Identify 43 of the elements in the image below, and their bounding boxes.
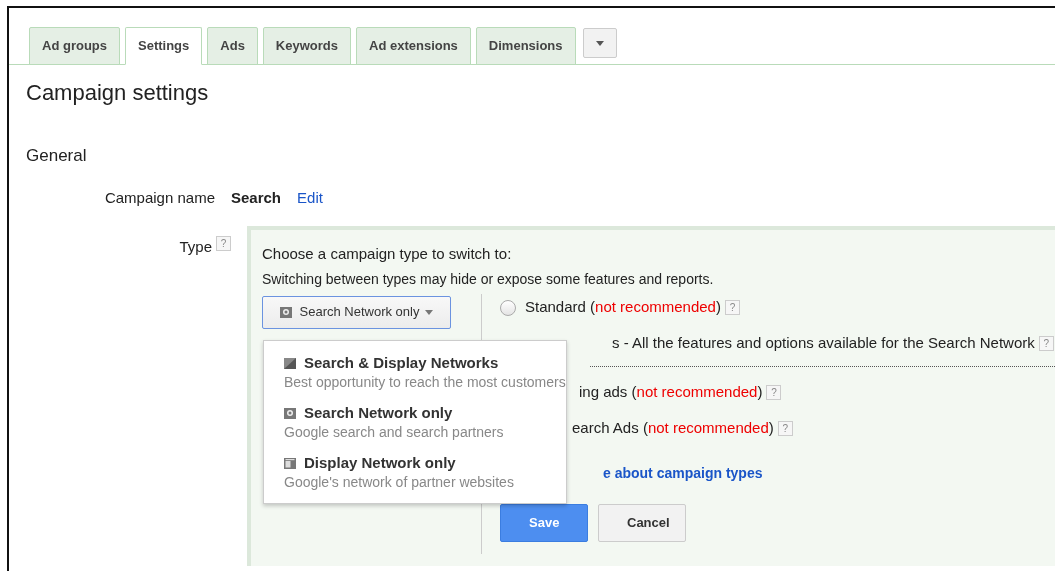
menu-item-description: Best opportunity to reach the most customers: [284, 373, 566, 391]
help-icon[interactable]: ?: [777, 421, 793, 436]
menu-item[interactable]: Search Network only Google search and search partners: [284, 403, 566, 441]
tab[interactable]: Ads: [207, 27, 258, 65]
edit-link[interactable]: Edit: [297, 187, 323, 210]
menu-item-description: Google search and search partners: [284, 423, 505, 441]
caret-icon: [425, 309, 434, 315]
menu-item-title: Search Network only: [304, 403, 453, 423]
learn-more-link[interactable]: e about campaign types: [603, 462, 1055, 484]
field-value: Search: [231, 188, 282, 208]
tab[interactable]: Keywords: [262, 27, 351, 65]
search-icon: [284, 407, 296, 419]
search-icon: [279, 306, 292, 318]
option-label: Standard (not recommended): [525, 297, 721, 318]
help-icon[interactable]: ?: [724, 300, 740, 315]
help-icon[interactable]: ?: [216, 235, 231, 251]
option-label: s - All the features and options available for the Search Network: [612, 333, 1035, 354]
caret-icon: [595, 40, 604, 46]
page-heading: Campaign settings: [26, 79, 210, 107]
help-icon[interactable]: ?: [1038, 336, 1054, 351]
tab[interactable]: Dimensions: [475, 27, 576, 65]
menu-item[interactable]: Search & Display Networks Best opportunity to reach the most customers: [284, 353, 566, 391]
help-icon[interactable]: ?: [766, 385, 782, 400]
panel-subtitle: Switching between types may hide or expose some features and reports.: [262, 269, 715, 288]
panel-title: Choose a campaign type to switch to:: [262, 243, 513, 264]
menu-item-title: Search & Display Networks: [304, 353, 499, 373]
cancel-button[interactable]: Cancel: [598, 503, 686, 542]
option-label: ing ads (not recommended): [579, 382, 763, 403]
campaign-type-dropdown[interactable]: Search Network only: [262, 295, 451, 329]
network-icon: [284, 357, 296, 369]
option-label: earch Ads (not recommended): [572, 418, 774, 439]
menu-item[interactable]: Display Network only Google's network of partner websites: [284, 453, 566, 491]
more-tabs-button[interactable]: [582, 28, 617, 58]
tab[interactable]: Settings: [125, 27, 203, 65]
display-icon: [284, 457, 296, 469]
field-label: Type: [179, 236, 212, 257]
tab[interactable]: Ad groups: [29, 27, 120, 65]
field-label: Campaign name: [103, 188, 216, 208]
menu-item-description: Google's network of partner websites: [284, 473, 515, 491]
section-heading: General: [26, 145, 88, 167]
menu-item-title: Display Network only: [304, 453, 456, 473]
radio-button[interactable]: [500, 299, 516, 316]
tab[interactable]: Ad extensions: [356, 27, 471, 65]
